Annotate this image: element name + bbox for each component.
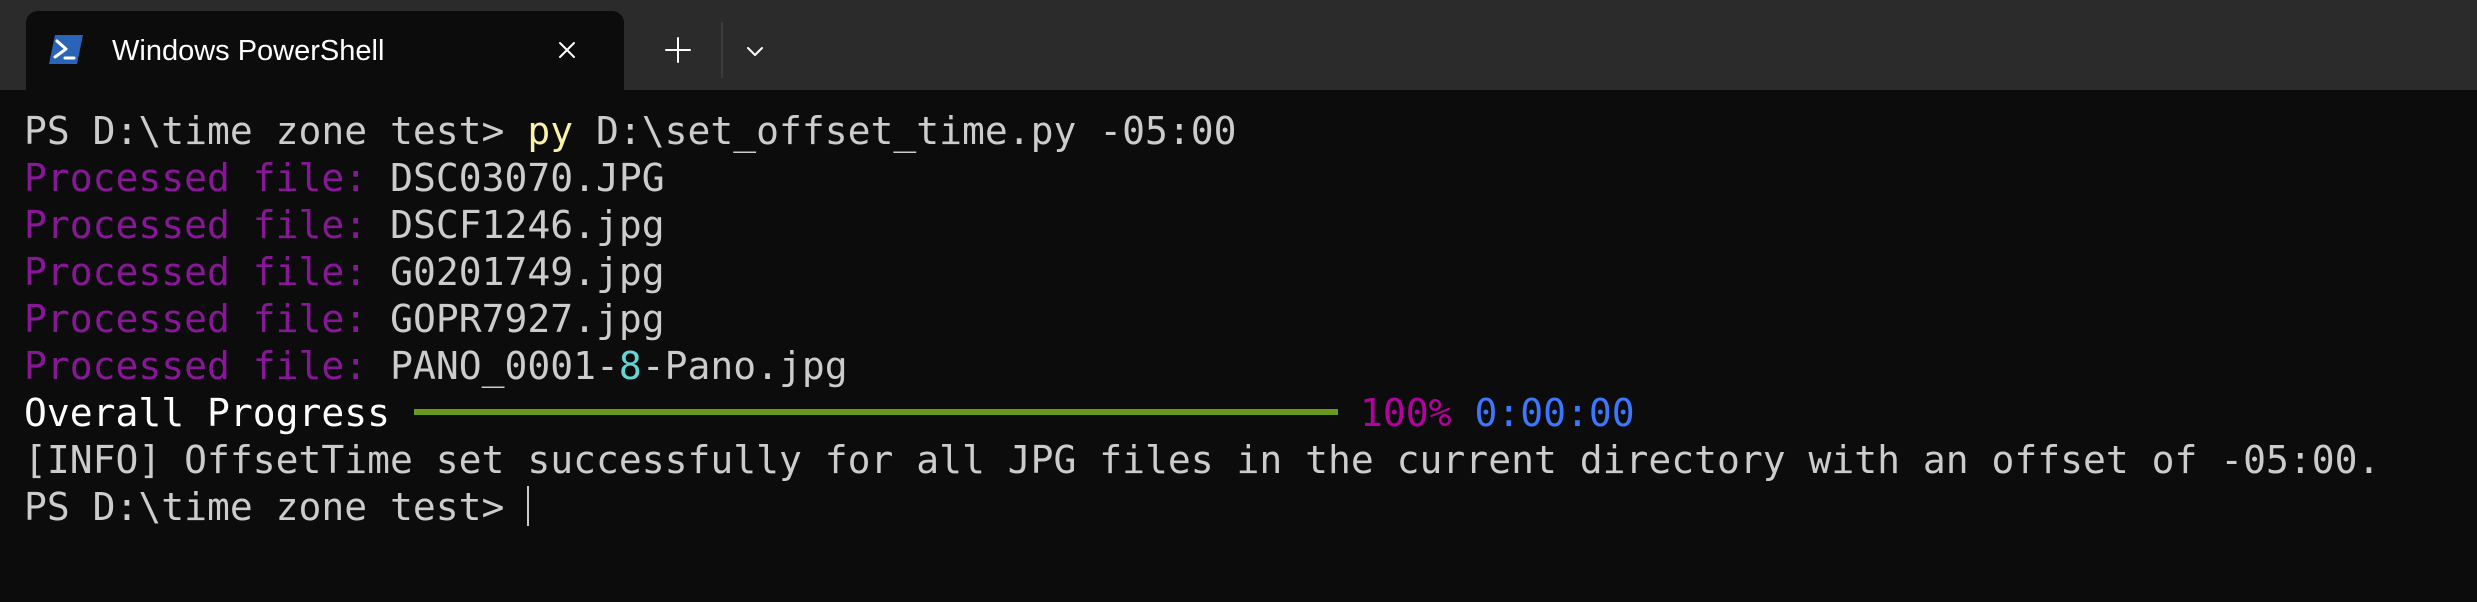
progress-percent: 100% xyxy=(1360,391,1452,435)
processed-label: Processed file: xyxy=(24,344,368,388)
tab-bar: Windows PowerShell xyxy=(0,0,2477,90)
prompt: PS D:\time zone test> xyxy=(24,485,528,529)
command-program: py xyxy=(527,109,574,153)
powershell-icon xyxy=(48,33,84,66)
processed-label: Processed file: xyxy=(24,250,368,294)
output-line: Processed file: PANO_0001-8-Pano.jpg xyxy=(24,343,2477,390)
file-name: DSC03070.JPG xyxy=(390,156,665,200)
command-line: PS D:\time zone test> py D:\set_offset_t… xyxy=(24,108,2477,155)
progress-label: Overall Progress xyxy=(24,391,391,435)
tab-divider xyxy=(721,22,723,78)
file-name-number: 8 xyxy=(618,344,642,388)
terminal-window: Windows PowerShell PS D:\time zone test>… xyxy=(0,0,2477,602)
progress-bar xyxy=(414,408,1339,415)
output-line: Processed file: GOPR7927.jpg xyxy=(24,296,2477,343)
processed-label: Processed file: xyxy=(24,203,368,247)
text-cursor xyxy=(527,485,530,526)
progress-elapsed: 0:00:00 xyxy=(1474,391,1635,435)
tab-title: Windows PowerShell xyxy=(112,35,385,67)
chevron-down-icon[interactable] xyxy=(738,34,772,68)
progress-line: Overall Progress 100% 0:00:00 xyxy=(24,390,2477,437)
close-icon[interactable] xyxy=(552,35,582,65)
output-line: Processed file: DSCF1246.jpg xyxy=(24,202,2477,249)
file-name-suffix: -Pano.jpg xyxy=(641,344,848,388)
prompt-line: PS D:\time zone test> xyxy=(24,484,2477,531)
file-name: GOPR7927.jpg xyxy=(390,297,665,341)
file-name: G0201749.jpg xyxy=(390,250,665,294)
prompt: PS D:\time zone test> xyxy=(24,109,528,153)
terminal-output[interactable]: PS D:\time zone test> py D:\set_offset_t… xyxy=(0,90,2477,602)
plus-icon[interactable] xyxy=(660,32,696,68)
tab-windows-powershell[interactable]: Windows PowerShell xyxy=(26,11,624,90)
file-name: DSCF1246.jpg xyxy=(390,203,665,247)
file-name-prefix: PANO_0001- xyxy=(390,344,619,388)
output-line: Processed file: G0201749.jpg xyxy=(24,249,2477,296)
processed-label: Processed file: xyxy=(24,297,368,341)
info-line: [INFO] OffsetTime set successfully for a… xyxy=(24,438,2381,482)
processed-label: Processed file: xyxy=(24,156,368,200)
output-line: Processed file: DSC03070.JPG xyxy=(24,155,2477,202)
command-args: D:\set_offset_time.py -05:00 xyxy=(573,109,1237,153)
